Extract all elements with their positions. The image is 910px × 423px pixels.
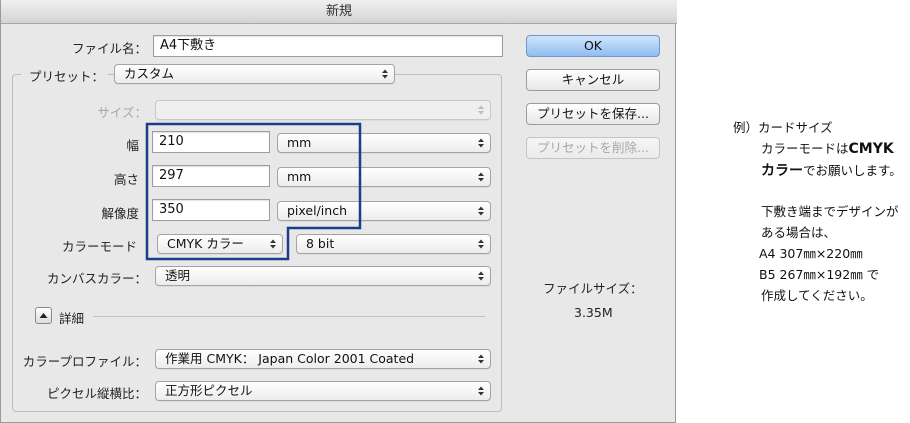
color-profile-value: 作業用 CMYK： Japan Color 2001 Coated: [165, 351, 415, 366]
note-prefix: 例）: [733, 120, 759, 135]
note-line3a: カラー: [761, 163, 803, 179]
new-document-dialog: 新規 ファイル名： A4下敷き プリセット： カスタム サイズ： 幅 210 m…: [0, 0, 677, 423]
pixel-aspect-label: ピクセル縦横比：: [46, 386, 147, 401]
advanced-disclosure-button[interactable]: [35, 307, 52, 324]
advanced-divider: [93, 316, 485, 317]
file-size-value: 3.35M: [574, 305, 613, 320]
disclosure-up-icon: [39, 313, 48, 318]
note-line7: B5 267㎜×192㎜ で: [759, 267, 880, 282]
color-profile-select[interactable]: 作業用 CMYK： Japan Color 2001 Coated: [155, 349, 491, 369]
note-line2b: CMYK: [848, 141, 894, 157]
cancel-button[interactable]: キャンセル: [526, 69, 660, 91]
note-line6: A4 307㎜×220㎜: [759, 246, 863, 261]
save-preset-button[interactable]: プリセットを保存...: [526, 103, 660, 125]
pixel-aspect-value: 正方形ピクセル: [165, 383, 253, 398]
color-profile-label: カラープロファイル：: [22, 354, 147, 369]
note-line8: 作成してください。: [761, 288, 873, 303]
ok-button[interactable]: OK: [526, 35, 660, 57]
advanced-label: 詳細: [59, 311, 85, 326]
note-line4: 下敷き端までデザインが: [761, 204, 899, 219]
updown-arrows-icon: [477, 385, 485, 397]
file-size-label: ファイルサイズ：: [543, 281, 643, 296]
updown-arrows-icon: [477, 353, 485, 365]
note-line1: カードサイズ: [758, 120, 833, 135]
updown-arrows-icon: [477, 270, 485, 282]
note-line5: ある場合は、: [761, 225, 837, 240]
note-line3b: でお願いします。: [803, 163, 902, 178]
background-label: カンバスカラー：: [46, 271, 147, 286]
background-select[interactable]: 透明: [155, 266, 491, 286]
instruction-note: 例）カードサイズ カラーモードはCMYK カラーでお願いします。 下敷き端までデ…: [733, 117, 902, 306]
background-value: 透明: [165, 268, 191, 283]
delete-preset-button: プリセットを削除...: [526, 137, 660, 159]
pixel-aspect-select[interactable]: 正方形ピクセル: [155, 381, 491, 401]
note-line2a: カラーモードは: [761, 141, 849, 156]
